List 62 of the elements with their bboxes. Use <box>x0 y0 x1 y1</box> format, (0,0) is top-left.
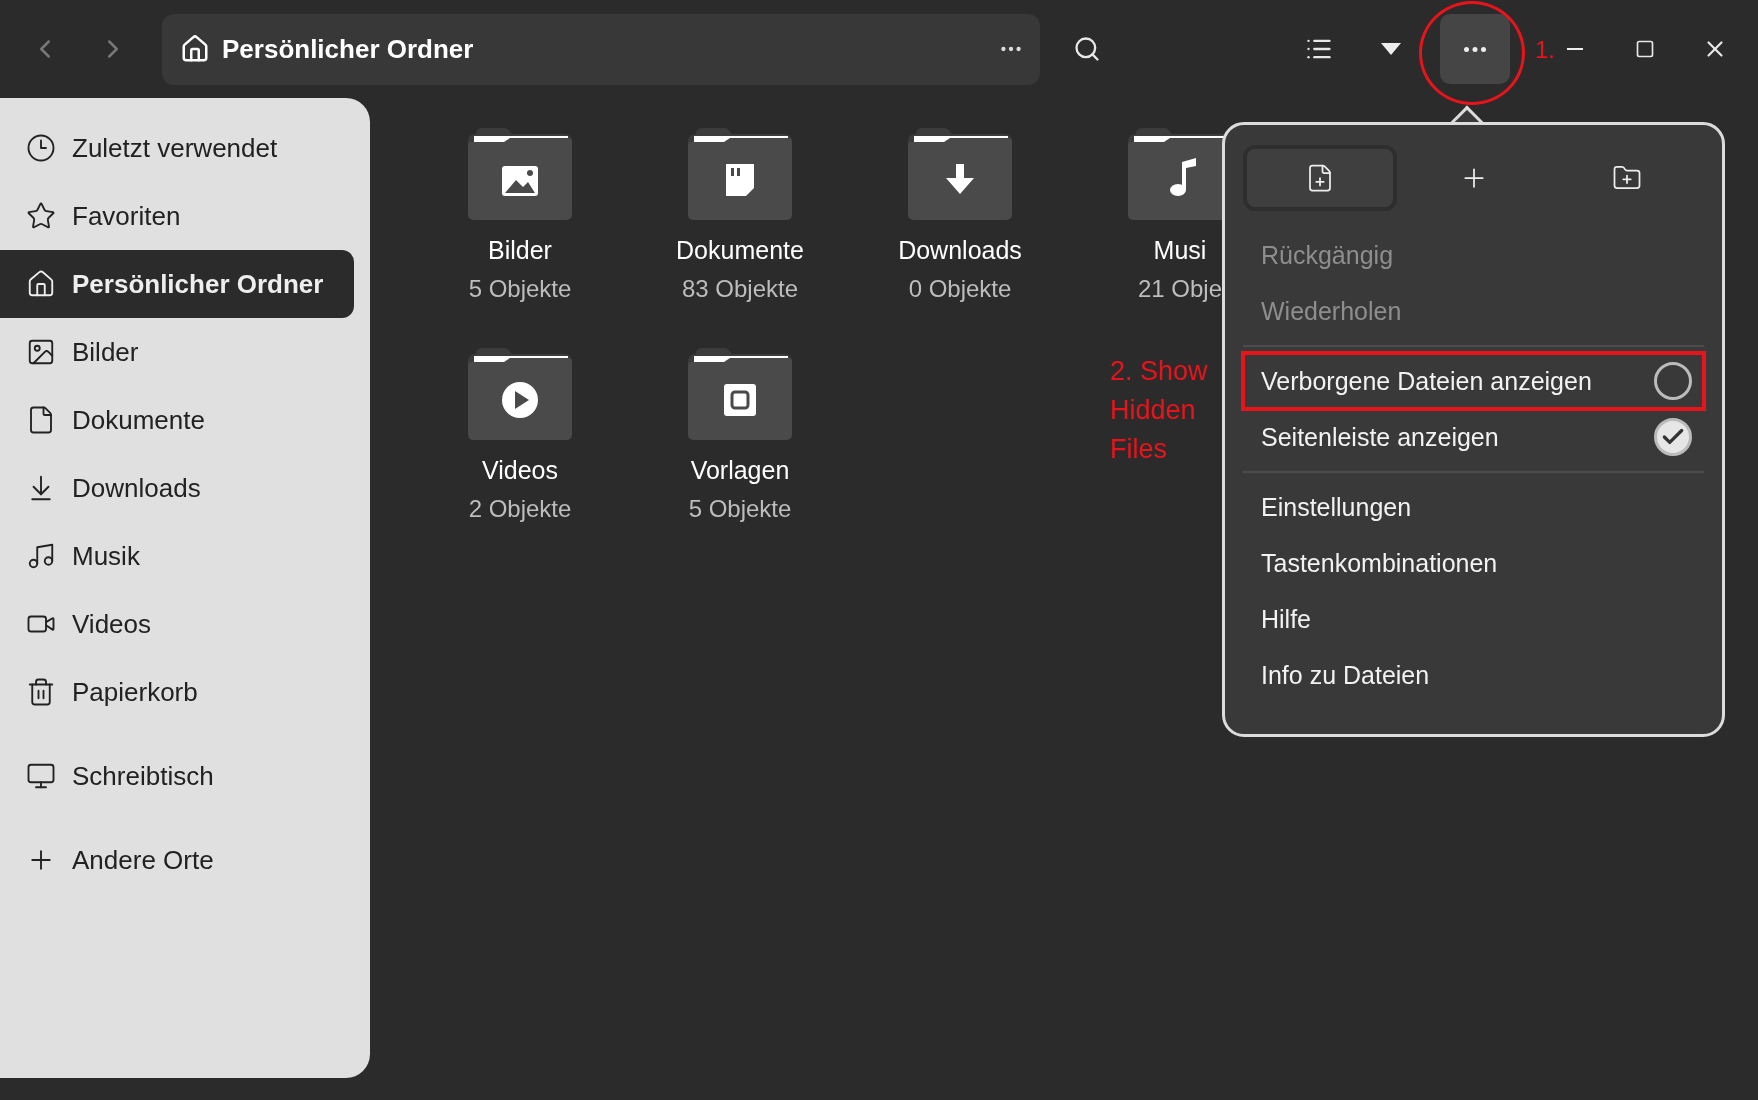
sidebar-item[interactable]: Andere Orte <box>0 826 354 894</box>
folder-name: Dokumente <box>676 236 804 265</box>
sidebar-label: Andere Orte <box>72 844 214 876</box>
caret-icon <box>1381 43 1401 55</box>
search-icon <box>1073 35 1101 63</box>
menu-label: Verborgene Dateien anzeigen <box>1261 366 1592 396</box>
menu-item[interactable]: Info zu Dateien <box>1243 647 1704 703</box>
sidebar-label: Zuletzt verwendet <box>72 132 278 164</box>
menu-item[interactable]: Einstellungen <box>1243 479 1704 535</box>
path-bar[interactable]: Persönlicher Ordner <box>162 13 1040 85</box>
toggle-indicator[interactable] <box>1654 362 1692 400</box>
folder-name: Downloads <box>898 236 1022 265</box>
folder-item-count: 0 Objekte <box>908 275 1012 303</box>
folder-item-count: 83 Objekte <box>681 275 799 303</box>
sidebar-item[interactable]: Bilder <box>0 318 354 386</box>
sidebar-item[interactable]: Zuletzt verwendet <box>0 114 354 182</box>
folder-name: Musi <box>1153 236 1207 265</box>
sidebar-label: Videos <box>72 608 152 640</box>
folder-item-count: 2 Objekte <box>468 495 572 523</box>
path-title: Persönlicher Ordner <box>222 33 475 65</box>
clock-icon <box>26 133 56 163</box>
sidebar-item[interactable]: Favoriten <box>0 182 354 250</box>
menu-label: Seitenleiste anzeigen <box>1261 422 1499 452</box>
folder-item-count: 21 Obje <box>1137 275 1223 303</box>
menu-item[interactable]: Tastenkombinationen <box>1243 535 1704 591</box>
monitor-icon <box>26 761 56 791</box>
more-icon <box>1464 46 1486 52</box>
home-icon <box>180 34 210 64</box>
annotation-label: 1. <box>1535 36 1555 64</box>
folder-item-count: 5 Objekte <box>468 275 572 303</box>
home-icon <box>26 269 56 299</box>
sidebar-item[interactable]: Dokumente <box>0 386 354 454</box>
music-note-icon <box>26 541 56 571</box>
star-icon <box>26 201 56 231</box>
sidebar-item[interactable]: Papierkorb <box>0 658 354 726</box>
folder-name: Bilder <box>488 236 552 265</box>
trash-icon <box>26 677 56 707</box>
sidebar-label: Schreibtisch <box>72 760 214 792</box>
menu-item[interactable]: Verborgene Dateien anzeigen <box>1243 353 1704 409</box>
maximize-icon <box>1635 39 1655 59</box>
sidebar-label: Persönlicher Ordner <box>72 268 324 300</box>
image-icon <box>26 337 56 367</box>
sidebar-label: Bilder <box>72 336 139 368</box>
sidebar-label: Dokumente <box>72 404 205 436</box>
menu-item[interactable]: Seitenleiste anzeigen <box>1243 409 1704 465</box>
folder-name: Vorlagen <box>690 456 790 485</box>
new-file-button[interactable] <box>1243 145 1397 211</box>
sidebar-label: Downloads <box>72 472 201 504</box>
sidebar-item[interactable]: Persönlicher Ordner <box>0 250 354 318</box>
sidebar-item[interactable]: Videos <box>0 590 354 658</box>
toggle-indicator[interactable] <box>1654 418 1692 456</box>
sidebar-item[interactable]: Musik <box>0 522 354 590</box>
annotation-note: 2. Show Hidden Files <box>1110 355 1209 466</box>
sidebar-label: Musik <box>72 540 140 572</box>
folder-name: Videos <box>482 456 558 485</box>
sidebar-label: Favoriten <box>72 200 181 232</box>
sidebar-label: Papierkorb <box>72 676 198 708</box>
sidebar-item[interactable]: Downloads <box>0 454 354 522</box>
menu-item[interactable]: Hilfe <box>1243 591 1704 647</box>
sidebar-item[interactable]: Schreibtisch <box>0 742 354 810</box>
minimize-icon <box>1567 48 1583 50</box>
folder-item-count: 5 Objekte <box>688 495 792 523</box>
